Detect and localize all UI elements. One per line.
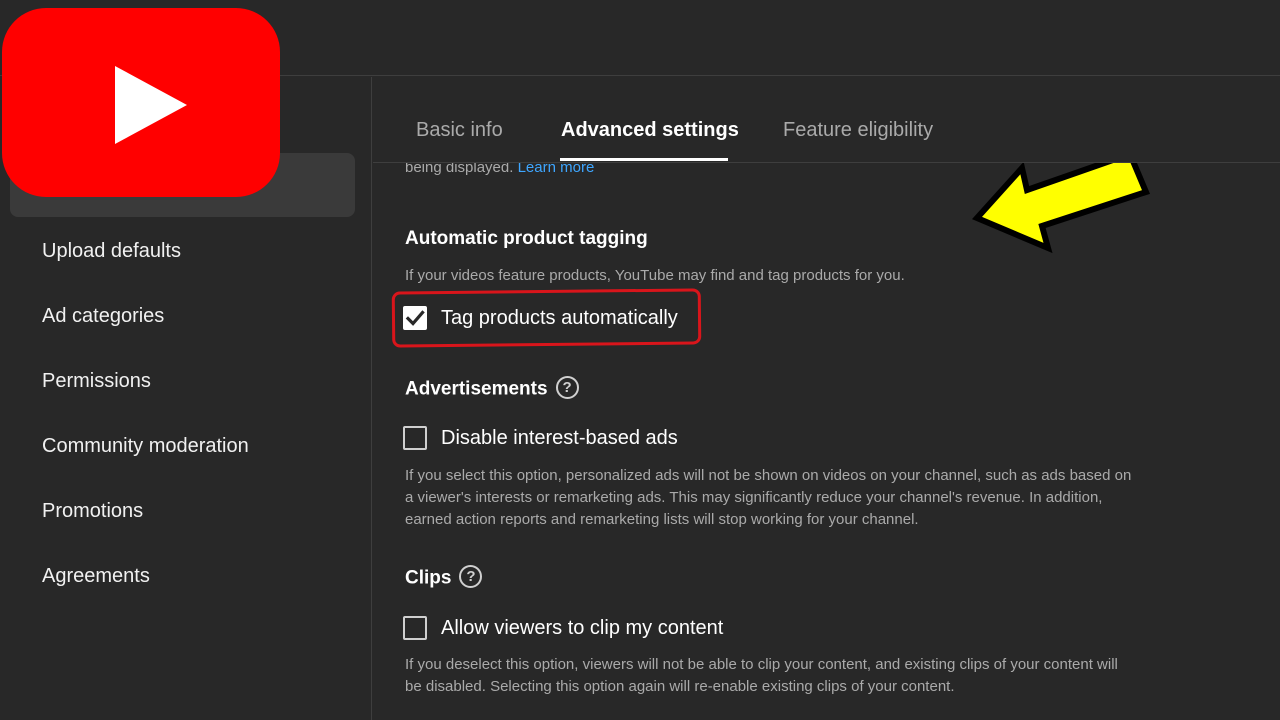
sidebar-item-agreements[interactable]: Agreements — [42, 565, 150, 588]
advertisements-title: Advertisements? — [405, 376, 579, 401]
help-icon[interactable]: ? — [459, 565, 483, 588]
clips-description: If you deselect this option, viewers wil… — [405, 656, 1118, 695]
clips-title: Clips? — [405, 565, 483, 590]
tab-advanced-settings[interactable]: Advanced settings — [561, 119, 739, 142]
yellow-arrow-icon — [972, 150, 1151, 254]
help-icon[interactable]: ? — [555, 376, 579, 399]
product-tagging-description: If your videos feature products, YouTube… — [405, 267, 905, 284]
youtube-logo-icon — [2, 8, 280, 197]
product-tagging-title: Automatic product tagging — [405, 228, 648, 249]
disable-ads-checkbox[interactable] — [403, 426, 427, 450]
allow-clips-checkbox[interactable] — [403, 616, 427, 640]
disable-ads-checkbox-row[interactable]: Disable interest-based ads — [403, 426, 678, 450]
allow-clips-checkbox-row[interactable]: Allow viewers to clip my content — [403, 616, 723, 640]
allow-clips-label: Allow viewers to clip my content — [441, 616, 724, 639]
disable-ads-label: Disable interest-based ads — [441, 426, 678, 449]
active-tab-indicator — [560, 158, 728, 161]
sidebar-item-ad-categories[interactable]: Ad categories — [42, 305, 164, 328]
tab-basic-info[interactable]: Basic info — [416, 119, 503, 142]
tab-bar: Basic info Advanced settings Feature eli… — [373, 77, 1280, 163]
tab-feature-eligibility[interactable]: Feature eligibility — [783, 119, 933, 142]
sidebar-item-community-moderation[interactable]: Community moderation — [42, 435, 249, 458]
sidebar-item-promotions[interactable]: Promotions — [42, 500, 143, 523]
advertisements-description: If you select this option, personalized … — [405, 467, 1132, 528]
sidebar-item-upload-defaults[interactable]: Upload defaults — [42, 240, 181, 263]
highlight-outline — [391, 288, 702, 348]
sidebar-item-permissions[interactable]: Permissions — [42, 370, 151, 393]
